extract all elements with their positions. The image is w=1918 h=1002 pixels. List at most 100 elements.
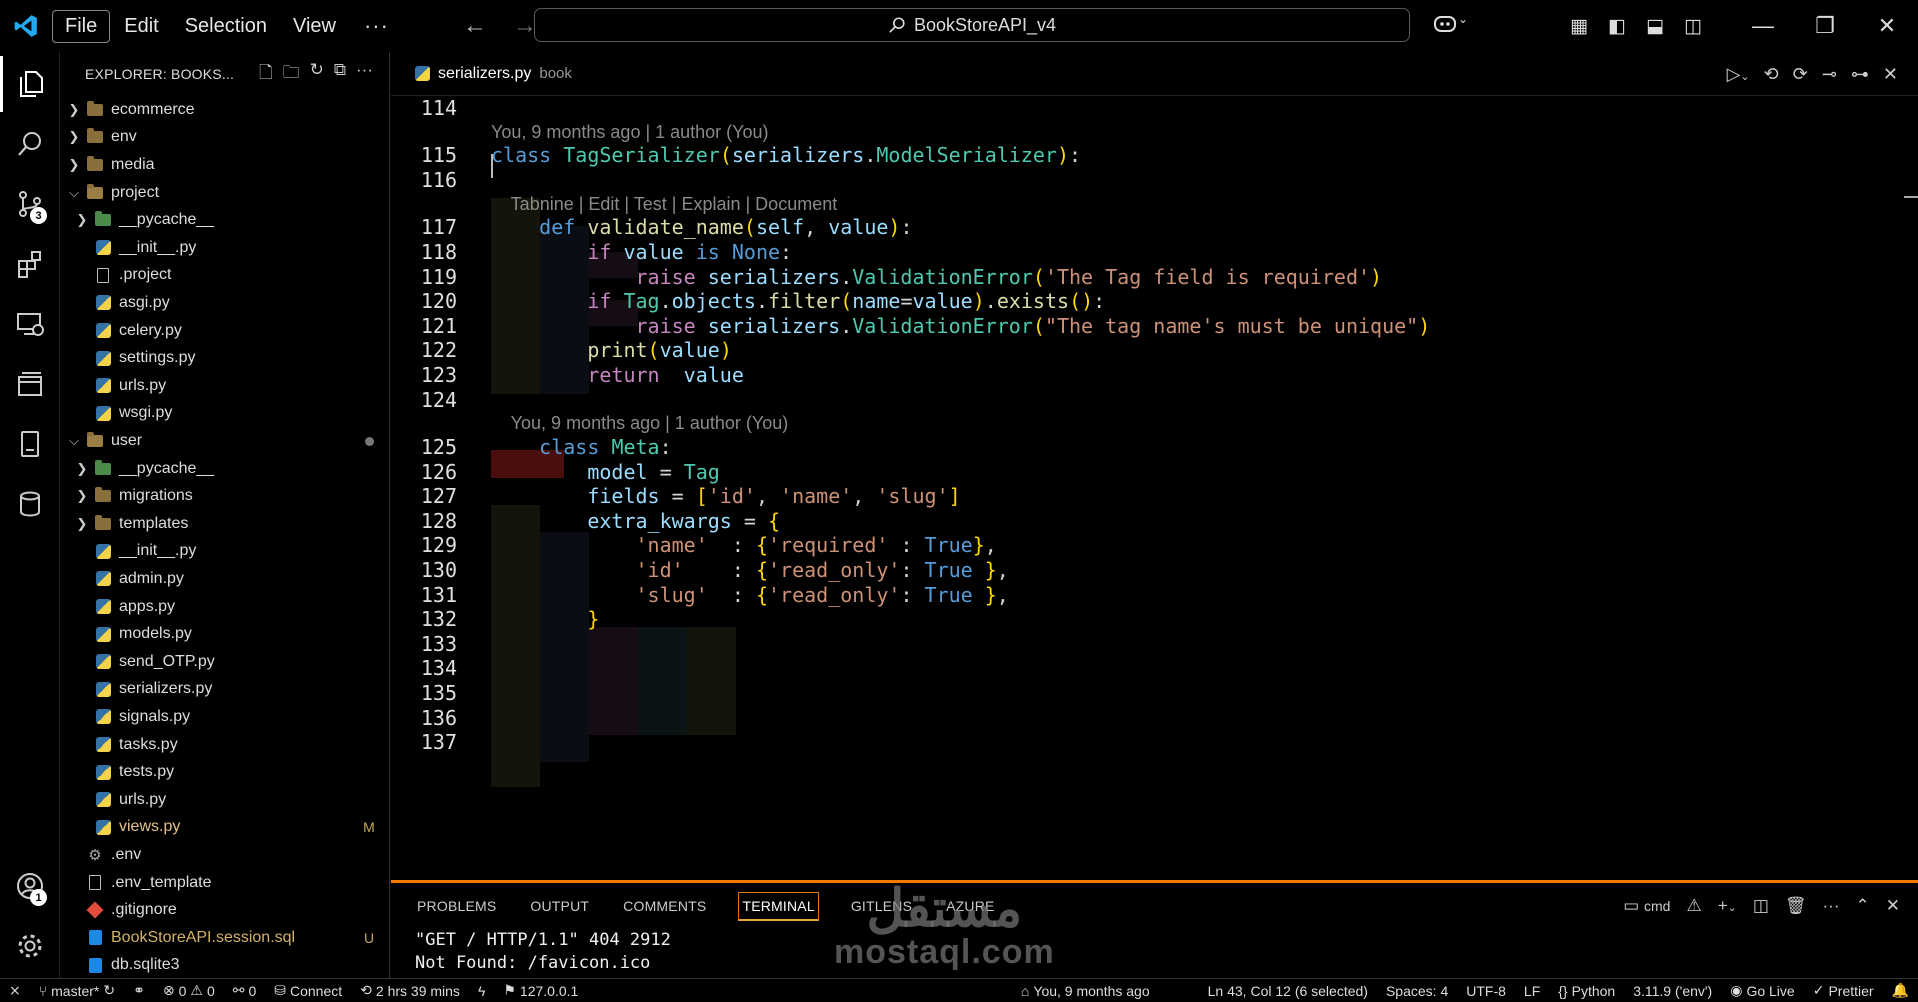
close-panel-icon[interactable]: ✕ bbox=[1886, 896, 1900, 916]
customize-layout-icon[interactable]: ▦ bbox=[1560, 15, 1598, 38]
indentation[interactable]: Spaces: 4 bbox=[1377, 982, 1457, 999]
tree-item[interactable]: BookStoreAPI.session.sql U bbox=[61, 924, 389, 952]
chevron-icon[interactable]: ❯ bbox=[75, 461, 89, 477]
menu-edit[interactable]: Edit bbox=[112, 11, 170, 42]
tree-item[interactable]: __init__.py bbox=[61, 538, 389, 566]
code-line[interactable]: if Tag.objects.filter(name=value).exists… bbox=[491, 289, 1105, 313]
minimize-icon[interactable]: — bbox=[1732, 13, 1794, 39]
tabs-panel-icon[interactable] bbox=[0, 356, 60, 412]
publish-icon[interactable]: ⚭ bbox=[124, 982, 154, 999]
tree-item[interactable]: ❯ templates bbox=[61, 510, 389, 538]
code-lens[interactable]: Tabnine | Edit | Test | Explain | Docume… bbox=[491, 194, 838, 215]
tree-item[interactable]: ❯ media bbox=[61, 151, 389, 179]
tree-item[interactable]: ⌵ user bbox=[61, 427, 389, 455]
prettier[interactable]: ✓ Prettier bbox=[1804, 982, 1883, 999]
cursor-position[interactable]: Ln 43, Col 12 (6 selected) bbox=[1199, 982, 1377, 999]
tree-item[interactable]: ❯ __pycache__ bbox=[61, 455, 389, 483]
menu-file[interactable]: File bbox=[52, 9, 111, 43]
blame-indicator[interactable]: ⌂ You, 9 months ago bbox=[1012, 982, 1159, 999]
code-line[interactable]: 'slug' : {'read_only': True }, bbox=[491, 583, 1009, 607]
code-lens[interactable]: You, 9 months ago | 1 author (You) bbox=[491, 413, 789, 434]
code-line[interactable]: if value is None: bbox=[491, 240, 792, 264]
command-center[interactable]: BookStoreAPI_v4 bbox=[534, 8, 1410, 42]
time-tracker[interactable]: ⟲ 2 hrs 39 mins bbox=[351, 982, 469, 999]
database-icon[interactable] bbox=[0, 476, 60, 532]
back-arrow-icon[interactable]: ← bbox=[463, 12, 487, 40]
chevron-icon[interactable]: ❯ bbox=[67, 129, 81, 145]
new-terminal-icon[interactable]: +⌄ bbox=[1718, 896, 1737, 916]
source-control-icon[interactable]: 3 bbox=[0, 176, 60, 232]
tree-item[interactable]: models.py bbox=[61, 620, 389, 648]
remote-explorer-icon[interactable] bbox=[0, 296, 60, 352]
tree-item[interactable]: asgi.py bbox=[61, 289, 389, 317]
go-live[interactable]: ◉ Go Live bbox=[1721, 982, 1803, 999]
tree-item[interactable]: .project bbox=[61, 262, 389, 290]
branch-indicator[interactable]: ⑂ master* ↻ bbox=[30, 982, 124, 999]
chevron-icon[interactable]: ❯ bbox=[67, 102, 81, 118]
code-line[interactable]: } bbox=[491, 607, 599, 631]
tree-item[interactable]: settings.py bbox=[61, 344, 389, 372]
panel-tab-output[interactable]: OUTPUT bbox=[528, 892, 591, 920]
code-line[interactable]: raise serializers.ValidationError('The T… bbox=[491, 265, 1383, 289]
code-editor[interactable]: 114 You, 9 months ago | 1 author (You) 115… bbox=[391, 96, 1918, 880]
code-line[interactable]: def validate_name(self, value): bbox=[491, 215, 912, 239]
terminal-output[interactable]: "GET / HTTP/1.1" 404 2912 Not Found: /fav… bbox=[391, 929, 1918, 975]
tree-item[interactable]: ❯ migrations bbox=[61, 482, 389, 510]
maximize-panel-icon[interactable]: ⌃ bbox=[1856, 896, 1870, 916]
remote-indicator-icon[interactable]: ⨯ bbox=[0, 982, 30, 999]
tree-item[interactable]: views.py M bbox=[61, 814, 389, 842]
tree-item[interactable]: ⚙ .env bbox=[61, 841, 389, 869]
tab-serializers[interactable]: serializers.py book bbox=[391, 52, 572, 96]
tree-item[interactable]: urls.py bbox=[61, 786, 389, 814]
connect-indicator[interactable]: ⛁ Connect bbox=[265, 982, 351, 999]
tree-item[interactable]: .env_template bbox=[61, 869, 389, 897]
copilot-icon[interactable]: ⌄ bbox=[1432, 12, 1468, 40]
compare-icon[interactable]: ⊶ bbox=[1851, 64, 1869, 85]
tree-item[interactable]: apps.py bbox=[61, 593, 389, 621]
restore-icon[interactable]: ❐ bbox=[1794, 13, 1856, 39]
code-line[interactable]: fields = ['id', 'name', 'slug'] bbox=[491, 484, 960, 508]
code-line[interactable]: 'name' : {'required' : True}, bbox=[491, 533, 997, 557]
code-line[interactable]: raise serializers.ValidationError("The t… bbox=[491, 314, 1431, 338]
toggle-panel-icon[interactable]: ⬓ bbox=[1636, 15, 1674, 38]
tree-item[interactable]: admin.py bbox=[61, 565, 389, 593]
code-line[interactable]: 'id' : {'read_only': True }, bbox=[491, 558, 1009, 582]
tree-item[interactable]: tasks.py bbox=[61, 731, 389, 759]
terminal-shell-icon[interactable]: ▭ cmd bbox=[1623, 896, 1670, 916]
tree-item[interactable]: urls.py bbox=[61, 372, 389, 400]
code-line[interactable]: model = Tag bbox=[491, 460, 719, 484]
notifications-icon[interactable]: 🔔 bbox=[1883, 982, 1918, 999]
lightning-icon[interactable]: ϟ bbox=[469, 983, 494, 999]
menu-selection[interactable]: Selection bbox=[173, 11, 279, 42]
tree-item[interactable]: ❯ __pycache__ bbox=[61, 206, 389, 234]
end-of-line[interactable]: LF bbox=[1515, 982, 1549, 999]
code-lens[interactable]: You, 9 months ago | 1 author (You) bbox=[491, 122, 769, 143]
new-file-icon[interactable]: 🗋 bbox=[259, 60, 273, 89]
code-line[interactable]: extra_kwargs = { bbox=[491, 509, 780, 533]
tree-item[interactable]: celery.py bbox=[61, 317, 389, 345]
new-folder-icon[interactable]: 🗀 bbox=[283, 60, 300, 89]
tree-item[interactable]: ❯ env bbox=[61, 124, 389, 152]
close-window-icon[interactable]: ✕ bbox=[1856, 13, 1918, 39]
search-activity-icon[interactable] bbox=[0, 116, 60, 172]
tree-item[interactable]: __init__.py bbox=[61, 234, 389, 262]
chevron-icon[interactable]: ❯ bbox=[75, 516, 89, 532]
code-line[interactable]: class Meta: bbox=[491, 435, 671, 459]
menu-view[interactable]: View bbox=[281, 11, 348, 42]
tree-item[interactable]: db.sqlite3 bbox=[61, 952, 389, 980]
refresh-icon[interactable]: ↻ bbox=[310, 60, 324, 89]
tree-item[interactable]: signals.py bbox=[61, 703, 389, 731]
run-icon[interactable]: ▷⌄ bbox=[1727, 64, 1750, 85]
tree-item[interactable]: send_OTP.py bbox=[61, 648, 389, 676]
tree-item[interactable]: .gitignore bbox=[61, 896, 389, 924]
chevron-icon[interactable]: ❯ bbox=[75, 488, 89, 504]
tree-item[interactable]: tests.py bbox=[61, 758, 389, 786]
tree-item[interactable]: wsgi.py bbox=[61, 400, 389, 428]
timeline-icon[interactable]: ⟲ bbox=[1764, 64, 1779, 85]
warning-icon[interactable]: ⚠ bbox=[1686, 896, 1701, 916]
split-terminal-icon[interactable]: ◫ bbox=[1753, 896, 1769, 916]
panel-tab-comments[interactable]: COMMENTS bbox=[621, 892, 708, 920]
problems-indicator[interactable]: ⊗ 0 ⚠ 0 bbox=[154, 982, 224, 999]
code-line[interactable]: return value bbox=[491, 363, 744, 387]
chevron-icon[interactable]: ⌵ bbox=[67, 433, 81, 449]
